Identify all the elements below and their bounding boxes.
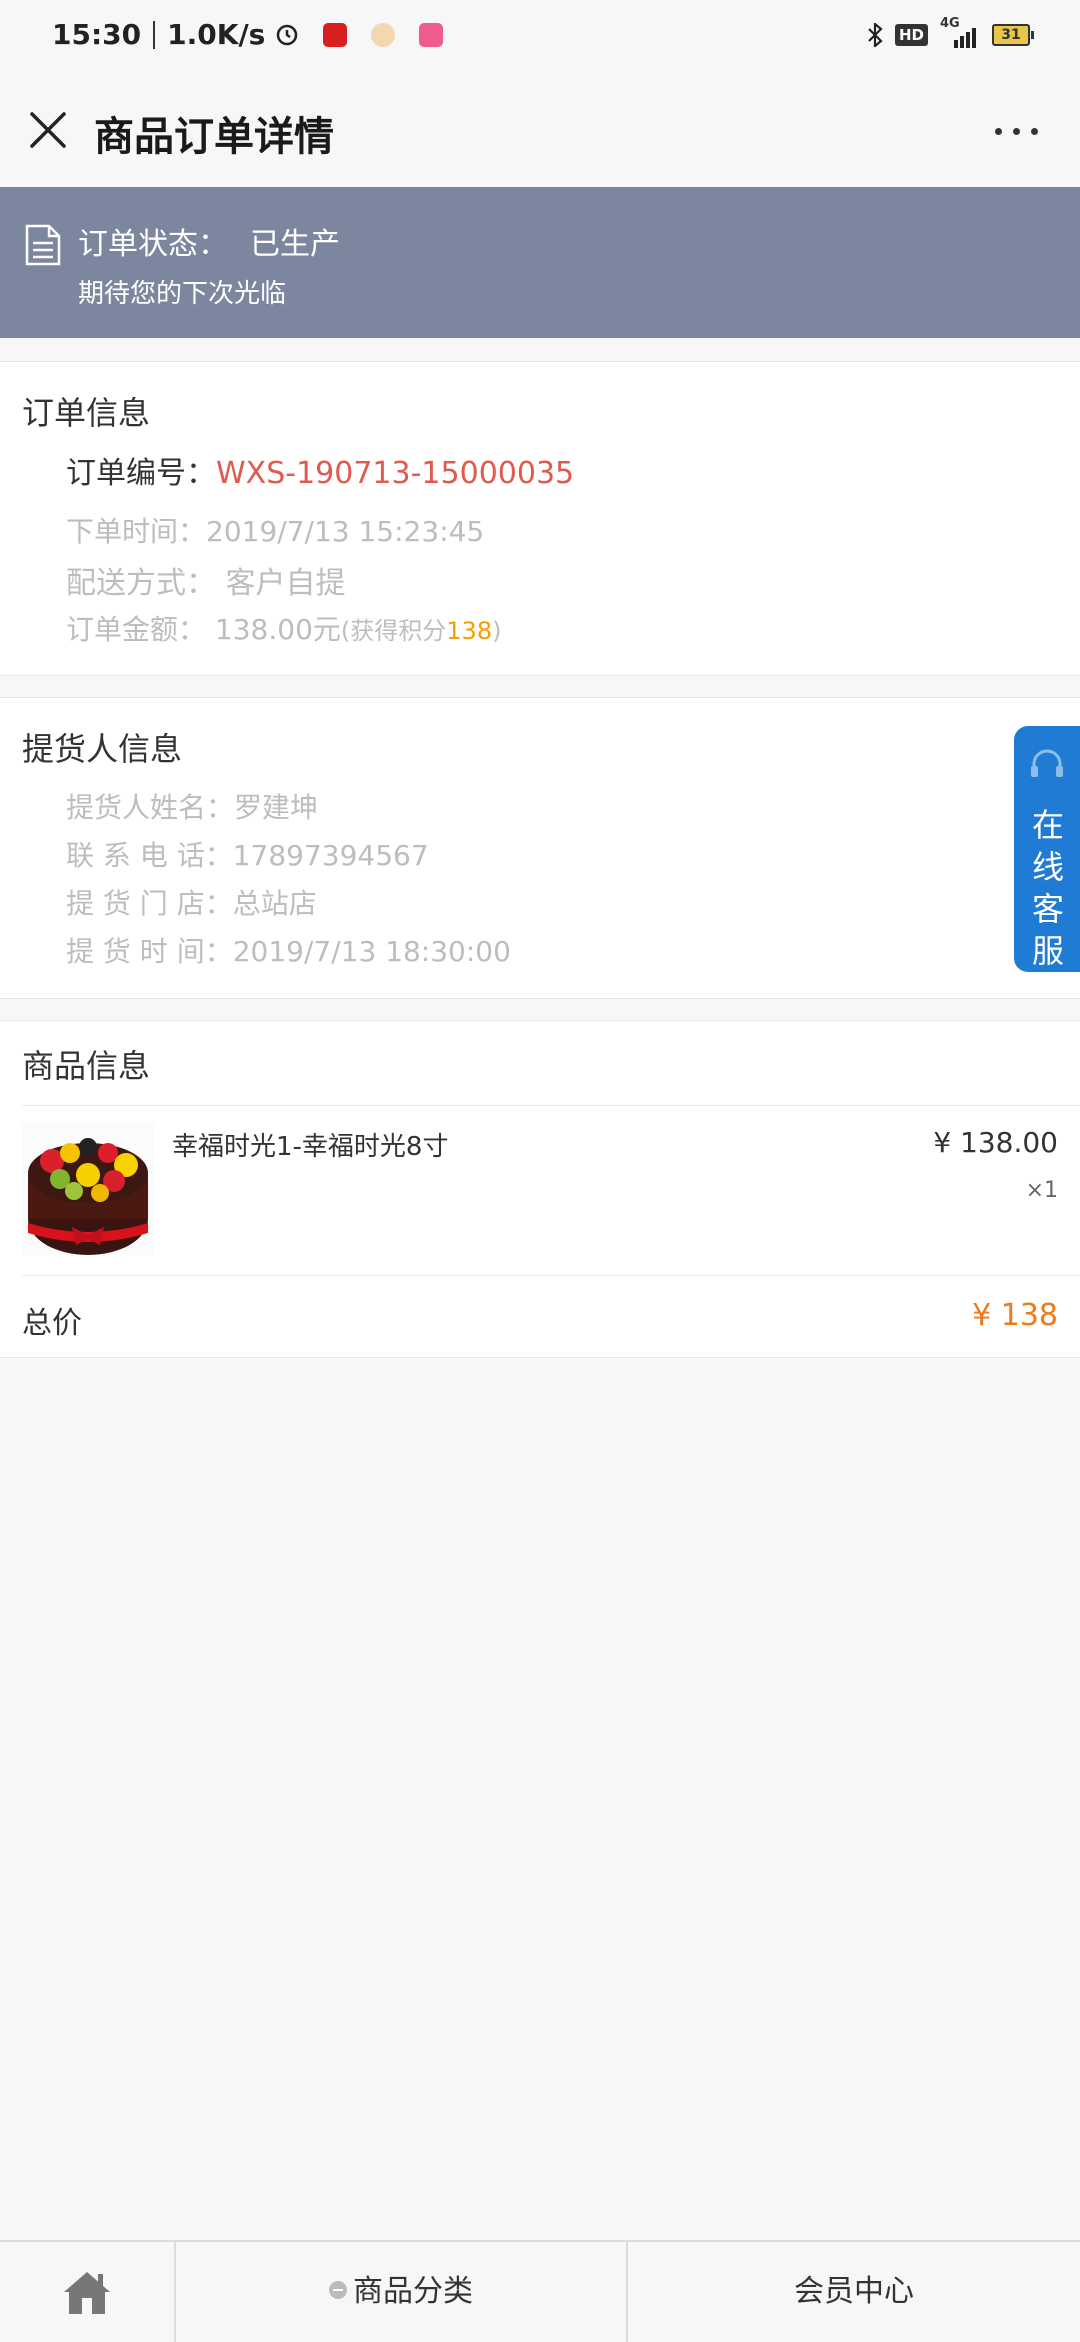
category-icon <box>329 2280 347 2299</box>
app-notification-icon <box>323 22 348 47</box>
product-thumbnail[interactable] <box>22 1123 154 1255</box>
order-time-label: 下单时间： <box>66 515 207 548</box>
pickup-name-value: 罗建坤 <box>234 791 319 824</box>
total-label: 总价 <box>22 1306 82 1341</box>
status-bar: 15:30 1.0K/s HD 4G 31 <box>0 0 1080 76</box>
nav-member-label: 会员中心 <box>794 2274 914 2309</box>
order-info-section: 订单信息 订单编号：WXS-190713-15000035 下单时间：2019/… <box>0 361 1080 676</box>
status-right: HD 4G 31 <box>867 16 1034 48</box>
status-time: 15:30 <box>52 18 142 51</box>
points-suffix: ) <box>492 617 502 645</box>
order-number-value: WXS-190713-15000035 <box>216 456 575 491</box>
app-notification-icon <box>419 22 444 47</box>
headset-icon <box>1031 749 1063 777</box>
points-prefix: (获得积分 <box>340 617 447 645</box>
nav-category-label: 商品分类 <box>353 2274 473 2309</box>
network-speed: 1.0K/s <box>167 18 266 51</box>
document-icon <box>25 224 61 266</box>
product-price: ¥ 138.00 <box>933 1126 1058 1159</box>
store-value: 总站店 <box>232 887 317 920</box>
pickup-time-row: 提 货 时 间：2019/7/13 18:30:00 <box>66 930 511 970</box>
order-status-label: 订单状态： <box>78 227 228 262</box>
online-service-button[interactable]: 在线客服 <box>1014 726 1080 972</box>
divider <box>22 1105 1080 1106</box>
product-name[interactable]: 幸福时光1-幸福时光8寸 <box>172 1126 448 1163</box>
phone-value: 17897394567 <box>232 839 429 872</box>
pickup-name-label: 提货人姓名： <box>66 791 235 824</box>
order-status-value: 已生产 <box>250 227 340 262</box>
bluetooth-icon <box>868 23 883 47</box>
pickup-info-title: 提货人信息 <box>22 730 183 768</box>
app-header: 商品订单详情 <box>0 76 1080 186</box>
nav-home[interactable] <box>0 2242 176 2342</box>
order-number-row: 订单编号：WXS-190713-15000035 <box>66 448 574 492</box>
battery-icon: 31 <box>992 24 1034 46</box>
order-amount-value: 138.00元 <box>214 613 341 646</box>
order-status-message: 期待您的下次光临 <box>78 279 287 309</box>
order-amount-label: 订单金额： <box>66 613 207 646</box>
pickup-name-row: 提货人姓名：罗建坤 <box>66 786 318 826</box>
product-info-title: 商品信息 <box>22 1047 151 1085</box>
delivery-value: 客户自提 <box>225 566 346 601</box>
delivery-label: 配送方式： <box>66 566 216 601</box>
phone-row: 联 系 电 话：17897394567 <box>66 834 429 874</box>
points-value: 138 <box>446 617 493 645</box>
page-title: 商品订单详情 <box>94 114 334 160</box>
order-status-banner: 订单状态： 已生产 期待您的下次光临 <box>0 187 1080 338</box>
delivery-row: 配送方式： 客户自提 <box>66 558 346 602</box>
nav-member-center[interactable]: 会员中心 <box>628 2242 1080 2342</box>
clock-icon <box>277 24 298 45</box>
signal-icon: 4G <box>940 16 980 48</box>
order-time-value: 2019/7/13 15:23:45 <box>206 515 485 548</box>
product-quantity: ×1 <box>1025 1178 1058 1203</box>
home-icon <box>64 2272 110 2314</box>
total-value: ¥ 138 <box>972 1298 1058 1333</box>
app-notification-icon <box>371 22 396 47</box>
store-row: 提 货 门 店：总站店 <box>66 882 317 922</box>
order-time-row: 下单时间：2019/7/13 15:23:45 <box>66 510 484 550</box>
online-service-label: 在线客服 <box>1031 806 1064 970</box>
more-options-icon[interactable] <box>995 128 1038 135</box>
order-amount-row: 订单金额： 138.00元(获得积分138) <box>66 608 501 648</box>
status-separator <box>153 20 156 49</box>
store-label: 提 货 门 店： <box>66 887 233 920</box>
order-info-title: 订单信息 <box>22 394 151 432</box>
close-icon[interactable] <box>26 108 70 152</box>
status-left: 15:30 1.0K/s <box>52 18 444 51</box>
pickup-time-label: 提 货 时 间： <box>66 935 233 968</box>
pickup-info-section: 提货人信息 提货人姓名：罗建坤 联 系 电 话：17897394567 提 货 … <box>0 697 1080 999</box>
hd-badge: HD <box>894 24 928 46</box>
nav-category[interactable]: 商品分类 <box>176 2242 628 2342</box>
points-info: (获得积分138) <box>341 617 502 645</box>
cake-image <box>22 1123 154 1255</box>
pickup-time-value: 2019/7/13 18:30:00 <box>232 935 511 968</box>
phone-label: 联 系 电 话： <box>66 839 233 872</box>
divider <box>22 1275 1080 1276</box>
order-status: 订单状态： 已生产 <box>78 219 340 263</box>
product-info-section: 商品信息 <box>0 1020 1080 1358</box>
order-number-label: 订单编号： <box>66 456 216 491</box>
bottom-nav: 商品分类 会员中心 <box>0 2240 1080 2342</box>
